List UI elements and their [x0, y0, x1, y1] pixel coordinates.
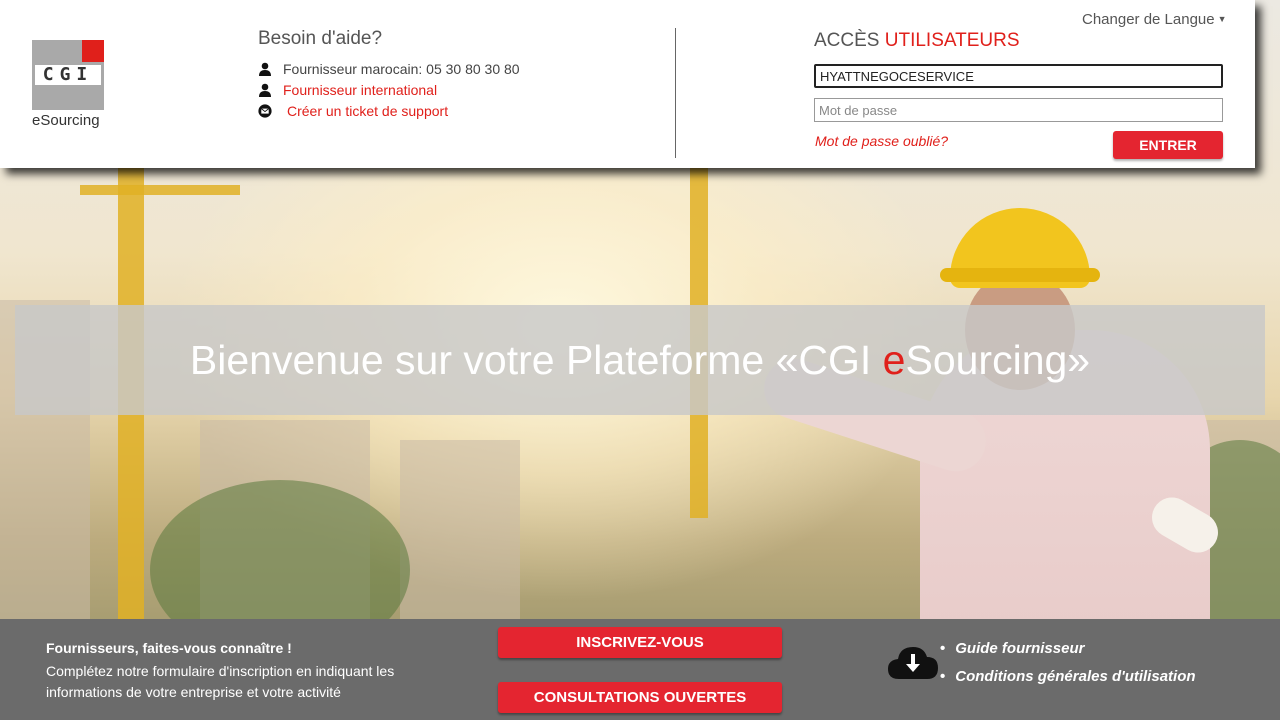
- user-icon: [258, 83, 272, 97]
- footer-description: Complétez notre formulaire d'inscription…: [46, 663, 395, 700]
- welcome-banner: Bienvenue sur votre Plateforme «CGI eSou…: [15, 305, 1265, 415]
- username-input[interactable]: [814, 64, 1223, 88]
- language-dropdown[interactable]: Changer de Langue ▼: [1082, 11, 1227, 28]
- welcome-text-part: Sourcing»: [905, 336, 1091, 383]
- welcome-text: Bienvenue sur votre Plateforme «CGI eSou…: [190, 337, 1090, 384]
- login-button[interactable]: ENTRER: [1113, 131, 1223, 159]
- logo-subtitle: eSourcing: [32, 112, 100, 129]
- logo-letters: CGI: [35, 65, 101, 85]
- help-section: Besoin d'aide? Fournisseur marocain: 05 …: [258, 28, 520, 121]
- guide-link[interactable]: Guide fournisseur: [940, 637, 1196, 665]
- caret-down-icon: ▼: [1217, 14, 1227, 24]
- cloud-download-icon[interactable]: [887, 643, 939, 681]
- hard-hat-brim: [940, 268, 1100, 282]
- help-item-support-ticket[interactable]: Créer un ticket de support: [258, 100, 520, 121]
- register-button[interactable]: INSCRIVEZ-VOUS: [498, 627, 782, 658]
- footer-title: Fournisseurs, faites-vous connaître !: [46, 640, 292, 656]
- header-divider: [675, 28, 676, 158]
- forgot-password-link[interactable]: Mot de passe oublié?: [815, 133, 948, 149]
- building: [400, 440, 520, 630]
- header-panel: CGI eSourcing Besoin d'aide? Fournisseur…: [0, 0, 1255, 168]
- access-title-prefix: ACCÈS: [814, 30, 880, 51]
- footer-links: Guide fournisseur Conditions générales d…: [940, 637, 1196, 693]
- help-item-label: Fournisseur marocain: 05 30 80 30 80: [283, 60, 520, 77]
- access-title-highlight: UTILISATEURS: [884, 30, 1020, 51]
- help-item-label[interactable]: Fournisseur international: [283, 82, 437, 98]
- mail-icon: [258, 103, 272, 118]
- crane-arm: [80, 185, 240, 195]
- user-icon: [258, 62, 272, 76]
- logo-red-square: [82, 40, 104, 62]
- help-item-international[interactable]: Fournisseur international: [258, 79, 520, 100]
- access-title: ACCÈS UTILISATEURS: [814, 30, 1020, 52]
- footer-bar: Fournisseurs, faites-vous connaître ! Co…: [0, 619, 1280, 720]
- help-item-local-phone: Fournisseur marocain: 05 30 80 30 80: [258, 58, 520, 79]
- terms-link[interactable]: Conditions générales d'utilisation: [940, 665, 1195, 693]
- password-input[interactable]: [814, 98, 1223, 122]
- cgi-logo[interactable]: CGI eSourcing: [32, 40, 106, 130]
- help-title: Besoin d'aide?: [258, 28, 383, 49]
- open-consultations-button[interactable]: CONSULTATIONS OUVERTES: [498, 682, 782, 713]
- welcome-text-highlight: e: [882, 336, 906, 383]
- help-item-label[interactable]: Créer un ticket de support: [287, 103, 448, 119]
- welcome-text-part: Bienvenue sur votre Plateforme «CGI: [189, 336, 883, 383]
- language-label[interactable]: Changer de Langue: [1082, 11, 1215, 28]
